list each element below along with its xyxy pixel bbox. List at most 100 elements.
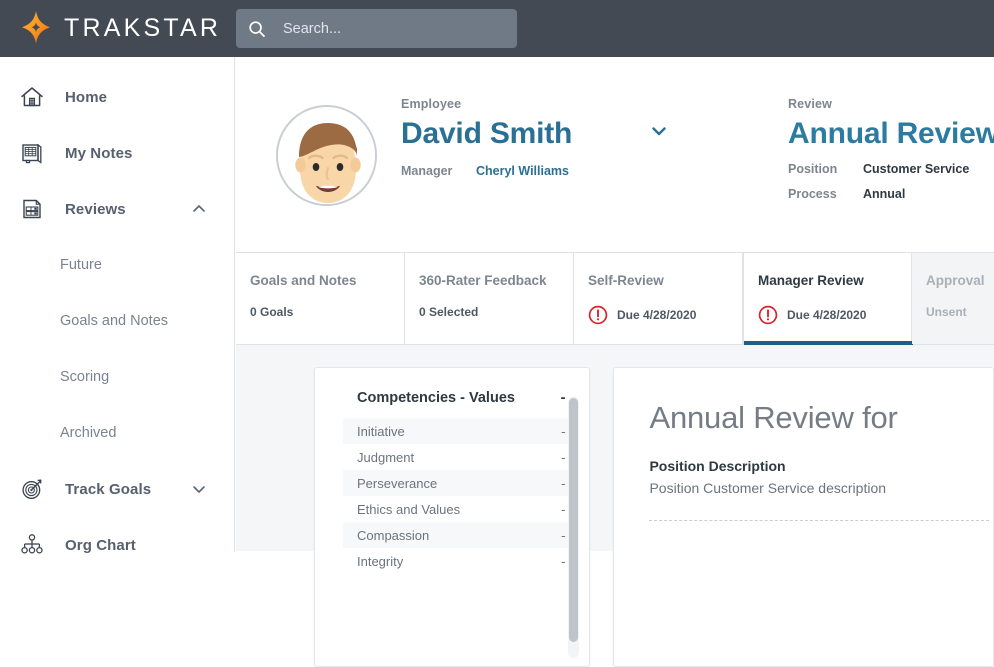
competency-score: -	[561, 450, 565, 465]
tab-subtitle: Due 4/28/2020	[617, 308, 696, 322]
house-icon	[18, 83, 46, 111]
sidebar-item-home[interactable]: Home	[0, 69, 234, 125]
sidebar-subitem-goals-and-notes[interactable]: Goals and Notes	[0, 293, 234, 349]
document-title: Annual Review for	[649, 400, 993, 436]
competencies-section-score: -	[561, 390, 566, 406]
competencies-scrollbar[interactable]	[568, 396, 579, 658]
tab-title: Manager Review	[758, 273, 911, 288]
process-value: Annual	[863, 187, 905, 201]
manager-row: Manager Cheryl Williams	[401, 164, 668, 178]
top-bar: TRAKSTAR Search...	[0, 0, 994, 57]
sidebar-subitem-label: Archived	[60, 425, 116, 441]
sidebar-item-label: My Notes	[65, 145, 132, 162]
document-divider	[649, 520, 989, 521]
brand-name: TRAKSTAR	[64, 14, 221, 43]
tab-manager-review[interactable]: Manager Review Due 4/28/2020	[743, 253, 912, 344]
tab-approval: Approval Unsent	[912, 253, 994, 344]
employee-avatar	[276, 105, 377, 206]
sidebar-subitem-archived[interactable]: Archived	[0, 405, 234, 461]
competency-label: Perseverance	[357, 476, 437, 491]
position-description-label: Position Description	[649, 458, 993, 474]
review-form-icon	[18, 195, 46, 223]
manager-name-link[interactable]: Cheryl Williams	[476, 164, 569, 178]
tab-360-rater-feedback[interactable]: 360-Rater Feedback 0 Selected	[405, 253, 574, 344]
alert-exclamation-icon	[758, 305, 778, 325]
chevron-down-icon[interactable]	[191, 481, 207, 497]
sidebar-subitem-scoring[interactable]: Scoring	[0, 349, 234, 405]
tab-self-review[interactable]: Self-Review Due 4/28/2020	[574, 253, 743, 344]
manager-label: Manager	[401, 164, 476, 178]
tab-subtitle-wrap: Due 4/28/2020	[588, 305, 742, 325]
competencies-section-header: Competencies - Values -	[343, 390, 575, 418]
competencies-section-title: Competencies - Values	[357, 390, 515, 406]
search-input[interactable]: Search...	[236, 9, 517, 48]
competency-score: -	[561, 528, 565, 543]
search-placeholder: Search...	[283, 21, 341, 37]
competency-label: Initiative	[357, 424, 405, 439]
competency-score: -	[561, 502, 565, 517]
process-label: Process	[788, 187, 863, 201]
review-header: Employee David Smith Manager Cheryl Will…	[236, 57, 994, 253]
sidebar-item-label: Track Goals	[65, 481, 151, 498]
tab-title: 360-Rater Feedback	[419, 273, 573, 288]
tab-title: Approval	[926, 273, 994, 288]
tab-goals-and-notes[interactable]: Goals and Notes 0 Goals	[236, 253, 405, 344]
target-icon	[18, 475, 46, 503]
competency-label: Integrity	[357, 554, 403, 569]
review-block: Review Annual Review Position Customer S…	[788, 97, 994, 201]
tab-subtitle: 0 Selected	[419, 305, 573, 319]
sidebar-item-label: Org Chart	[65, 537, 136, 554]
sidebar-item-label: Reviews	[65, 201, 126, 218]
review-name: Annual Review	[788, 117, 994, 151]
tab-title: Self-Review	[588, 273, 742, 288]
employee-label: Employee	[401, 97, 668, 111]
chevron-up-icon[interactable]	[191, 201, 207, 217]
employee-name: David Smith	[401, 117, 572, 151]
sidebar-item-label: Home	[65, 89, 107, 106]
chevron-down-icon[interactable]	[650, 122, 668, 140]
competency-label: Ethics and Values	[357, 502, 460, 517]
competency-score: -	[561, 476, 565, 491]
sidebar-subitem-label: Scoring	[60, 369, 109, 385]
sidebar-item-reviews[interactable]: Reviews	[0, 181, 234, 237]
tab-subtitle: 0 Goals	[250, 305, 404, 319]
review-body: Competencies - Values - Initiative - Jud…	[236, 345, 994, 551]
review-label: Review	[788, 97, 994, 111]
review-stage-tabs: Goals and Notes 0 Goals 360-Rater Feedba…	[236, 253, 994, 345]
sidebar-subitem-future[interactable]: Future	[0, 237, 234, 293]
competencies-list: Competencies - Values - Initiative - Jud…	[315, 390, 589, 574]
competency-row[interactable]: Perseverance -	[343, 470, 575, 496]
employee-block: Employee David Smith Manager Cheryl Will…	[401, 97, 668, 178]
scrollbar-thumb[interactable]	[569, 398, 578, 642]
competency-row[interactable]: Initiative -	[343, 418, 575, 444]
position-label: Position	[788, 162, 863, 176]
competency-label: Judgment	[357, 450, 414, 465]
sidebar-item-my-notes[interactable]: My Notes	[0, 125, 234, 181]
competency-row[interactable]: Compassion -	[343, 522, 575, 548]
competency-score: -	[561, 424, 565, 439]
competency-score: -	[561, 554, 565, 569]
sidebar-item-track-goals[interactable]: Track Goals	[0, 461, 234, 517]
position-row: Position Customer Service	[788, 162, 994, 176]
position-value: Customer Service	[863, 162, 969, 176]
tab-subtitle-wrap: Due 4/28/2020	[758, 305, 911, 325]
competencies-panel: Competencies - Values - Initiative - Jud…	[314, 367, 590, 667]
alert-exclamation-icon	[588, 305, 608, 325]
org-chart-icon	[18, 531, 46, 559]
competency-row[interactable]: Judgment -	[343, 444, 575, 470]
tab-title: Goals and Notes	[250, 273, 404, 288]
process-row: Process Annual	[788, 187, 994, 201]
tab-subtitle: Unsent	[926, 305, 994, 319]
review-document-panel: Annual Review for Position Description P…	[613, 367, 994, 667]
tab-subtitle: Due 4/28/2020	[787, 308, 866, 322]
competency-row[interactable]: Ethics and Values -	[343, 496, 575, 522]
sidebar-subitem-label: Future	[60, 257, 102, 273]
sidebar-item-org-chart[interactable]: Org Chart	[0, 517, 234, 573]
position-description-body: Position Customer Service description	[649, 480, 993, 496]
search-icon	[248, 20, 266, 38]
notebook-icon	[18, 139, 46, 167]
sidebar: Home My Notes	[0, 57, 235, 552]
sidebar-subitem-label: Goals and Notes	[60, 313, 168, 329]
main-content: Employee David Smith Manager Cheryl Will…	[236, 57, 994, 552]
brand-logo[interactable]: TRAKSTAR	[0, 9, 235, 49]
